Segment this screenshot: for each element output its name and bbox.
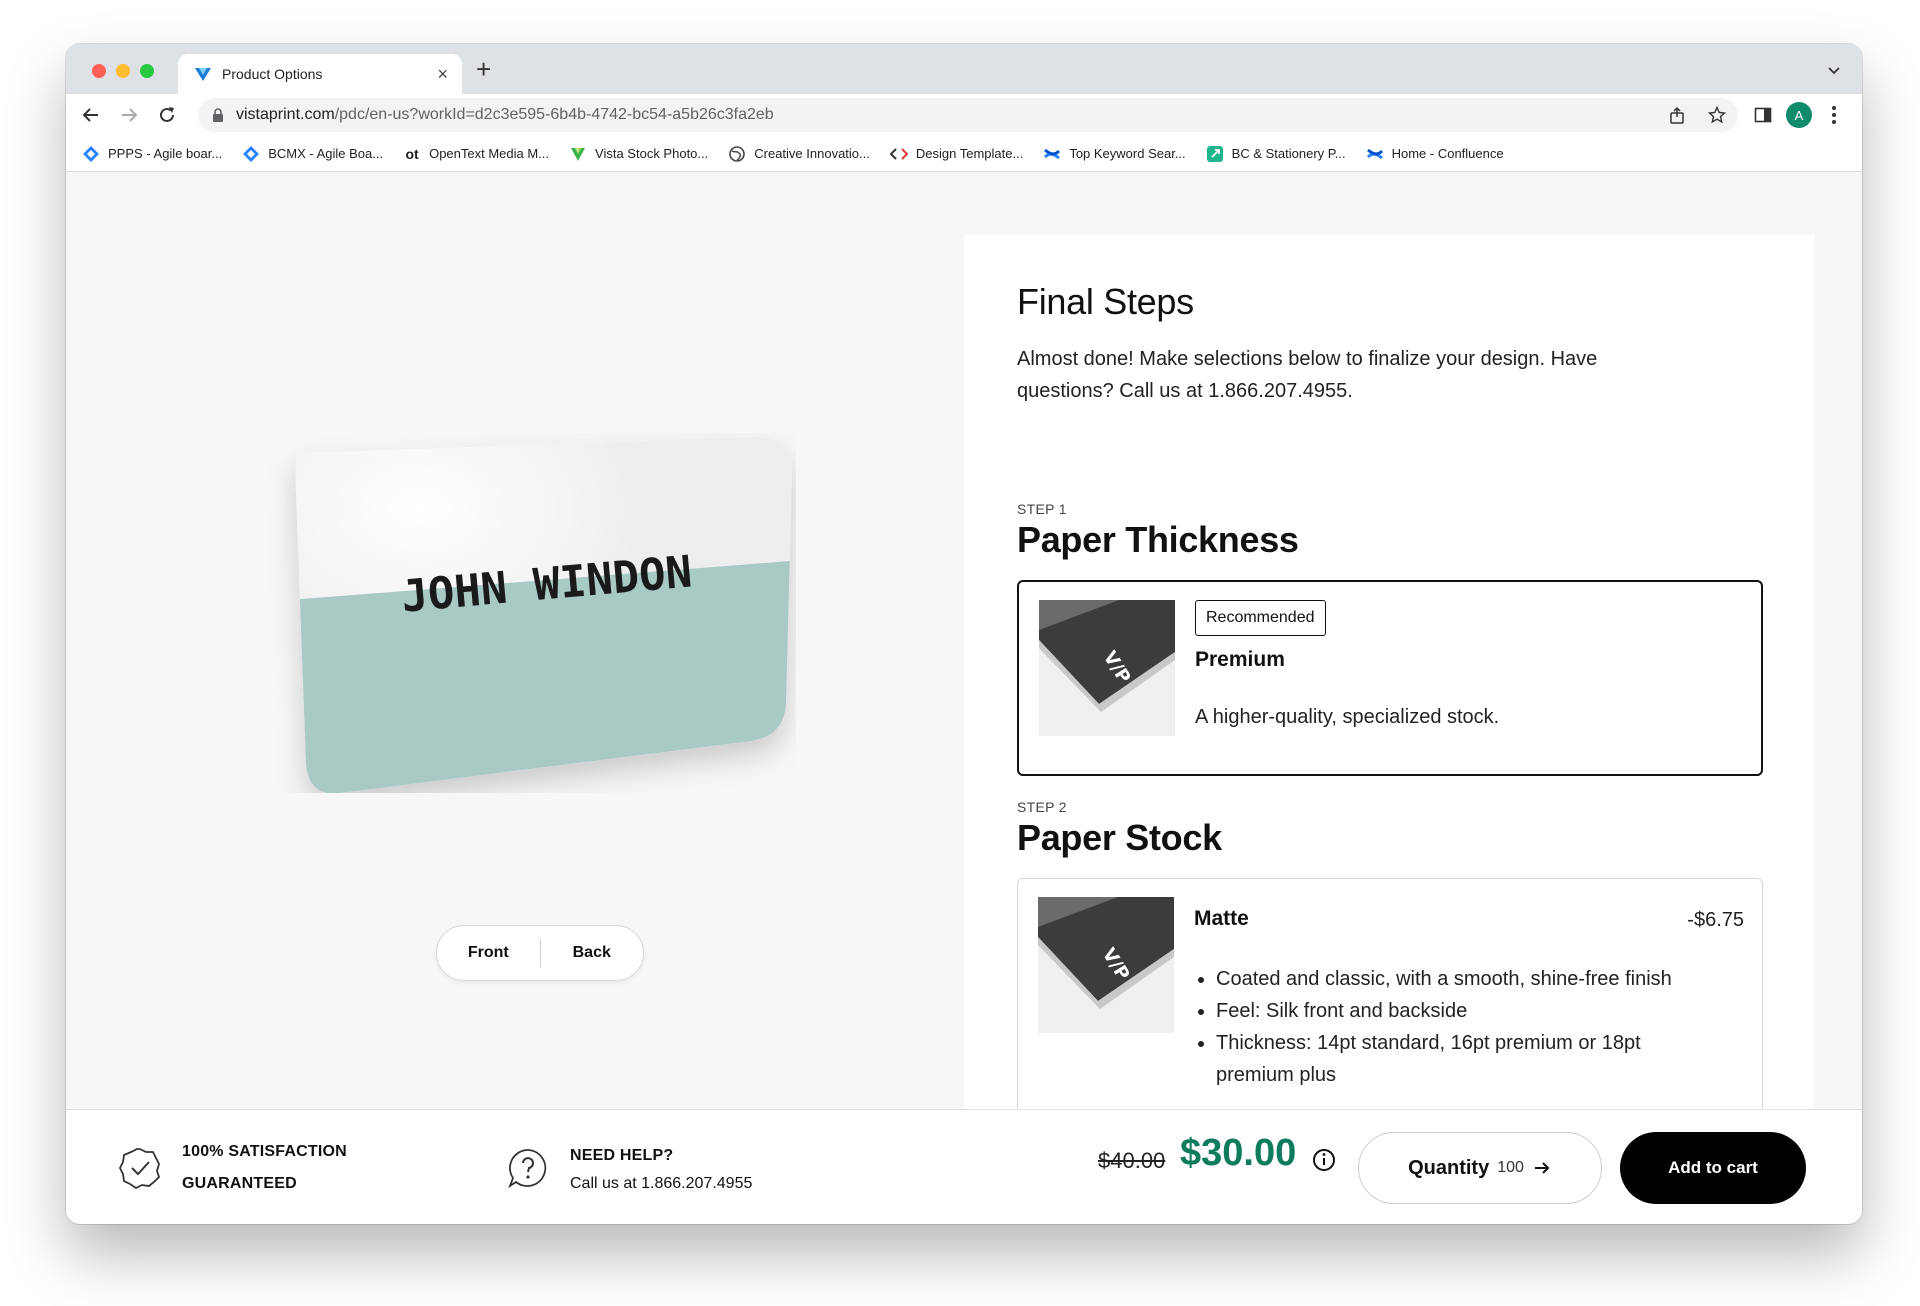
option-premium[interactable]: V/P Recommended Premium A higher-quality…	[1017, 580, 1763, 776]
minimize-window-button[interactable]	[116, 64, 130, 78]
option-feature-list: Coated and classic, with a smooth, shine…	[1198, 963, 1716, 1091]
checkout-bar: 100% SATISFACTION GUARANTEED NEED HELP? …	[66, 1109, 1862, 1224]
option-description: A higher-quality, specialized stock.	[1195, 706, 1500, 728]
bookmark-star-icon[interactable]	[1708, 106, 1726, 124]
reload-icon[interactable]	[156, 104, 178, 126]
bookmark-item[interactable]: ot OpenText Media M...	[403, 145, 549, 163]
bookmark-label: Home - Confluence	[1391, 146, 1504, 161]
satisfaction-check-icon	[118, 1148, 161, 1190]
bookmark-item[interactable]: Home - Confluence	[1366, 145, 1504, 163]
tab-title: Product Options	[222, 66, 323, 82]
help-phone[interactable]: Call us at 1.866.207.4955	[570, 1168, 752, 1200]
bookmark-label: Top Keyword Sear...	[1069, 146, 1186, 161]
bookmark-item[interactable]: PPPS - Agile boar...	[82, 145, 222, 163]
option-name: Premium	[1195, 648, 1285, 671]
paper-sample-thumbnail: V/P	[1039, 600, 1175, 736]
tab-strip: Product Options × +	[66, 44, 1862, 94]
quantity-button[interactable]: Quantity 100	[1358, 1132, 1602, 1204]
info-icon[interactable]	[1312, 1148, 1336, 1172]
options-panel: Final Steps Almost done! Make selections…	[964, 235, 1814, 1109]
bookmark-label: Creative Innovatio...	[754, 146, 870, 161]
bookmark-label: OpenText Media M...	[429, 146, 550, 161]
share-icon[interactable]	[1668, 106, 1686, 124]
tab-product-options[interactable]: Product Options ×	[178, 54, 462, 94]
quantity-value: 100	[1497, 1159, 1524, 1176]
chevron-down-icon[interactable]	[1826, 62, 1842, 78]
bookmark-label: BCMX - Agile Boa...	[268, 146, 384, 161]
bookmarks-bar: PPPS - Agile boar... BCMX - Agile Boa...…	[66, 136, 1862, 172]
bookmark-item[interactable]: Design Template...	[889, 145, 1024, 163]
forward-arrow-icon[interactable]	[118, 104, 140, 126]
help-question-icon	[508, 1149, 547, 1189]
back-arrow-icon[interactable]	[80, 104, 102, 126]
url-path: /pdc/en-us?workId=d2c3e595-6b4b-4742-bc5…	[334, 106, 774, 123]
new-tab-button[interactable]: +	[476, 56, 491, 82]
discounted-price: $30.00	[1180, 1132, 1297, 1174]
back-button[interactable]: Back	[541, 944, 644, 962]
bookmark-label: Vista Stock Photo...	[595, 146, 709, 161]
vistaprint-favicon-icon	[195, 68, 211, 81]
profile-avatar[interactable]: A	[1786, 102, 1812, 128]
page-content: JOHN WINDON Front Back Final Steps Almos…	[66, 173, 1862, 1224]
guarantee-line-1: 100% SATISFACTION	[182, 1143, 347, 1160]
add-to-cart-button[interactable]: Add to cart	[1620, 1132, 1806, 1204]
confluence-icon	[1044, 148, 1061, 159]
lock-icon	[213, 108, 223, 122]
bookmark-item[interactable]: BCMX - Agile Boa...	[242, 145, 383, 163]
bookmark-item[interactable]: BC & Stationery P...	[1206, 145, 1346, 163]
jira-icon	[83, 145, 99, 162]
paper-sample-thumbnail: V/P	[1038, 897, 1174, 1033]
page-title: Final Steps	[1017, 281, 1194, 322]
front-back-toggle: Front Back	[436, 925, 644, 981]
list-item: Feel: Silk front and backside	[1198, 995, 1716, 1027]
bookmark-item[interactable]: Top Keyword Sear...	[1043, 145, 1186, 163]
step-2-title: Paper Stock	[1017, 817, 1222, 858]
panel-description: Almost done! Make selections below to fi…	[1017, 348, 1598, 402]
link-icon	[1206, 145, 1223, 162]
side-panel-icon[interactable]	[1754, 106, 1772, 124]
more-menu-icon[interactable]	[1830, 104, 1838, 126]
list-item: Coated and classic, with a smooth, shine…	[1198, 963, 1716, 995]
step-2-label: STEP 2	[1017, 799, 1067, 815]
step-1-label: STEP 1	[1017, 501, 1067, 517]
bookmark-label: PPPS - Agile boar...	[108, 146, 223, 161]
code-icon	[889, 147, 908, 160]
guarantee-line-2: GUARANTEED	[182, 1175, 297, 1192]
quantity-label: Quantity	[1408, 1156, 1490, 1179]
vista-icon	[571, 147, 586, 161]
design-preview: JOHN WINDON Front Back	[66, 173, 966, 1109]
bookmark-item[interactable]: Creative Innovatio...	[728, 145, 870, 163]
front-button[interactable]: Front	[437, 944, 540, 962]
confluence-icon	[1366, 148, 1383, 159]
business-card-preview: JOHN WINDON	[295, 436, 792, 793]
tab-close-icon[interactable]: ×	[437, 65, 448, 83]
globe-icon	[729, 145, 746, 162]
original-price: $40.00	[1098, 1148, 1166, 1173]
opentext-icon: ot	[405, 145, 419, 162]
maximize-window-button[interactable]	[140, 64, 154, 78]
url-domain: vistaprint.com	[236, 106, 335, 123]
list-item: Thickness: 14pt standard, 16pt premium o…	[1198, 1027, 1716, 1091]
jira-icon	[243, 145, 260, 162]
recommended-badge: Recommended	[1195, 600, 1326, 636]
option-price: -$6.75	[1687, 909, 1744, 931]
arrow-right-icon	[1534, 1162, 1550, 1174]
browser-toolbar: vistaprint.com/pdc/en-us?workId=d2c3e595…	[66, 94, 1862, 136]
address-bar[interactable]: vistaprint.com/pdc/en-us?workId=d2c3e595…	[198, 98, 1738, 132]
option-name: Matte	[1194, 907, 1249, 930]
step-1-title: Paper Thickness	[1017, 519, 1299, 560]
bookmark-item[interactable]: Vista Stock Photo...	[569, 145, 708, 163]
close-window-button[interactable]	[92, 64, 106, 78]
bookmark-label: BC & Stationery P...	[1231, 146, 1346, 161]
option-matte[interactable]: V/P Matte -$6.75 Coated and classic, wit…	[1017, 878, 1763, 1109]
browser-window: Product Options × + vistaprint.com/pdc/e…	[66, 44, 1862, 1224]
bookmark-label: Design Template...	[915, 146, 1024, 161]
